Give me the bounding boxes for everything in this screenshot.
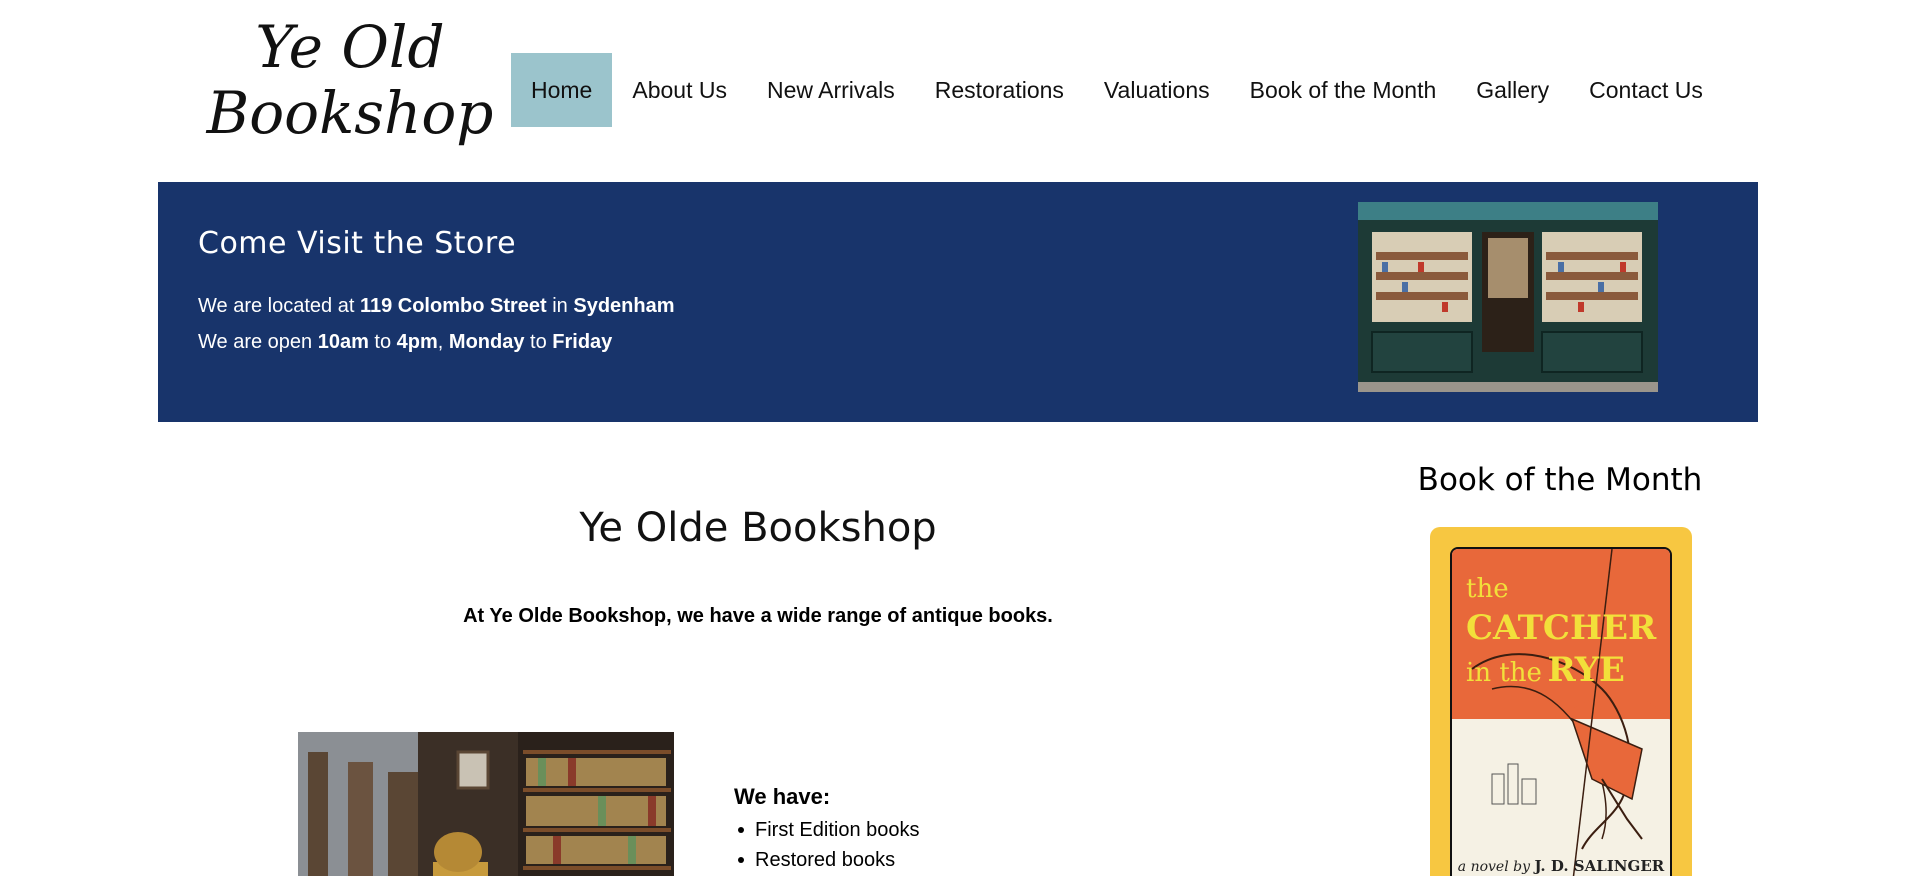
hours-text: We are open 10am to 4pm, Monday to Frida…	[198, 331, 612, 354]
author-name: J. D. SALINGER	[1534, 857, 1665, 875]
hours-comma: ,	[437, 331, 449, 353]
location-prefix: We are located at	[198, 295, 360, 317]
book-title: the CATCHER in the RYE	[1466, 571, 1666, 694]
nav-book-of-the-month[interactable]: Book of the Month	[1230, 53, 1457, 127]
storefront-image	[1358, 202, 1658, 392]
book-title-rye: RYE	[1547, 650, 1625, 690]
bookshelf-image	[298, 732, 674, 876]
site-logo[interactable]: Ye Old Bookshop	[200, 14, 500, 146]
street-address: 119 Colombo Street	[359, 295, 547, 317]
list-item: Restored books	[738, 845, 920, 875]
bullet-icon	[738, 827, 744, 833]
nav-gallery[interactable]: Gallery	[1456, 53, 1569, 127]
logo-line-2: Bookshop	[206, 79, 494, 147]
close-time: 4pm	[396, 331, 438, 353]
hours-prefix: We are open	[198, 331, 318, 353]
hours-to: to	[368, 331, 397, 353]
day-to: Friday	[552, 331, 613, 353]
feature-label: First Edition books	[755, 819, 920, 841]
days-to: to	[524, 331, 553, 353]
main-nav: Home About Us New Arrivals Restorations …	[511, 53, 1723, 127]
book-title-in-the: in the	[1466, 658, 1542, 688]
list-item: First Edition books	[738, 815, 920, 845]
book-cover-image[interactable]: the CATCHER in the RYE a novel by J. D. …	[1450, 547, 1672, 876]
bullet-icon	[738, 857, 744, 863]
book-title-the: the	[1466, 574, 1509, 604]
location-text: We are located at 119 Colombo Street in …	[198, 295, 675, 318]
nav-valuations[interactable]: Valuations	[1084, 53, 1230, 127]
open-time: 10am	[317, 331, 369, 353]
logo-line-1: Ye Old	[255, 13, 445, 81]
nav-contact-us[interactable]: Contact Us	[1569, 53, 1723, 127]
nav-restorations[interactable]: Restorations	[915, 53, 1084, 127]
day-from: Monday	[448, 331, 525, 353]
author-prefix: a novel by	[1457, 859, 1531, 875]
suburb: Sydenham	[573, 295, 675, 317]
nav-about-us[interactable]: About Us	[612, 53, 747, 127]
intro-text: At Ye Olde Bookshop, we have a wide rang…	[463, 605, 1053, 627]
features-list: First Edition books Restored books	[738, 815, 920, 875]
nav-home[interactable]: Home	[511, 53, 613, 127]
book-title-catcher: CATCHER	[1466, 608, 1657, 648]
we-have-heading: We have:	[734, 784, 831, 809]
location-mid: in	[546, 295, 574, 317]
book-author: a novel by J. D. SALINGER	[1452, 857, 1670, 875]
banner-title: Come Visit the Store	[198, 226, 517, 261]
page-title: Ye Olde Bookshop	[579, 505, 937, 551]
visit-store-banner: Come Visit the Store We are located at 1…	[158, 182, 1758, 422]
book-of-month-card[interactable]: the CATCHER in the RYE a novel by J. D. …	[1430, 527, 1692, 876]
book-of-month-title: Book of the Month	[1417, 462, 1703, 498]
feature-label: Restored books	[755, 849, 896, 871]
nav-new-arrivals[interactable]: New Arrivals	[747, 53, 915, 127]
